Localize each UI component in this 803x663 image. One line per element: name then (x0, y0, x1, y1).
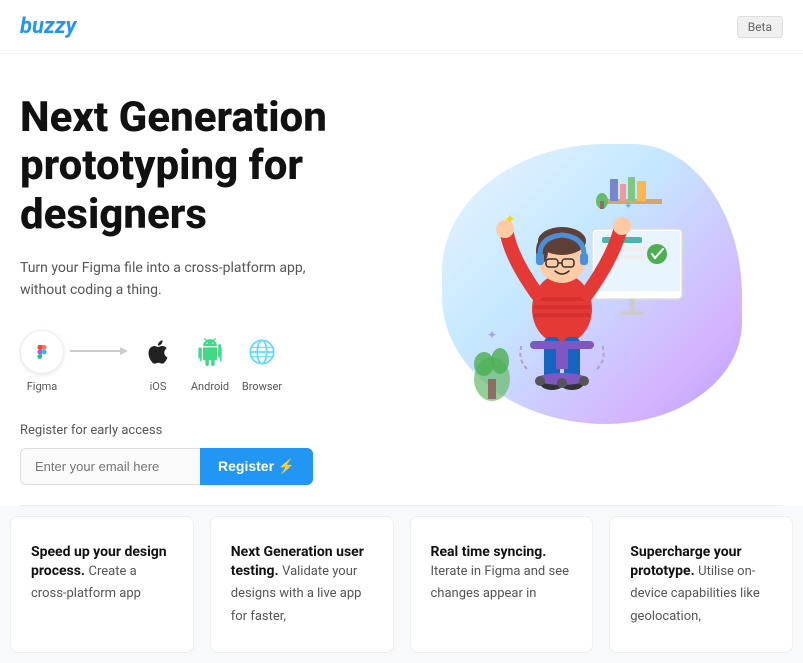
beta-badge: Beta (737, 16, 783, 38)
register-button[interactable]: Register ⚡ (200, 448, 313, 485)
cards-section: Speed up your design process. Create a c… (0, 506, 803, 663)
hero-illustration: ✦ ✦ ✦ (402, 84, 784, 485)
platform-row: Figma iOS (20, 330, 402, 393)
platform-ios: iOS (136, 330, 180, 393)
header: buzzy Beta (0, 0, 803, 54)
register-form: Register ⚡ (20, 448, 402, 485)
hero-title: Next Generation prototyping for designer… (20, 94, 402, 239)
ios-label: iOS (150, 380, 167, 393)
arrow-icon (64, 343, 136, 359)
figma-icon (20, 330, 64, 374)
android-icon (188, 330, 232, 374)
card-testing: Next Generation user testing. Validate y… (210, 516, 394, 653)
platform-browser: Browser (240, 330, 284, 393)
hero-subtitle: Turn your Figma file into a cross-platfo… (20, 257, 340, 302)
register-label: Register for early access (20, 423, 402, 438)
android-label: Android (191, 380, 229, 393)
svg-text:✦: ✦ (624, 201, 632, 212)
hero-section: Next Generation prototyping for designer… (0, 54, 803, 505)
card-supercharge: Supercharge your prototype. Utilise on-d… (609, 516, 793, 653)
email-input[interactable] (20, 448, 200, 485)
figma-label: Figma (27, 380, 58, 393)
card-syncing: Real time syncing. Iterate in Figma and … (410, 516, 594, 653)
card-syncing-title: Real time syncing. (431, 544, 547, 560)
svg-text:✦: ✦ (487, 328, 497, 342)
hero-left: Next Generation prototyping for designer… (20, 84, 402, 485)
platform-figma: Figma (20, 330, 64, 393)
logo: buzzy (20, 14, 76, 39)
browser-label: Browser (242, 380, 282, 393)
platform-android: Android (188, 330, 232, 393)
illustration-container: ✦ ✦ ✦ (432, 124, 752, 444)
browser-icon (240, 330, 284, 374)
svg-text:✦: ✦ (504, 212, 516, 228)
person-illustration: ✦ ✦ ✦ (432, 124, 752, 444)
card-speed: Speed up your design process. Create a c… (10, 516, 194, 653)
card-syncing-text: Iterate in Figma and see changes appear … (431, 564, 570, 602)
ios-icon (136, 330, 180, 374)
